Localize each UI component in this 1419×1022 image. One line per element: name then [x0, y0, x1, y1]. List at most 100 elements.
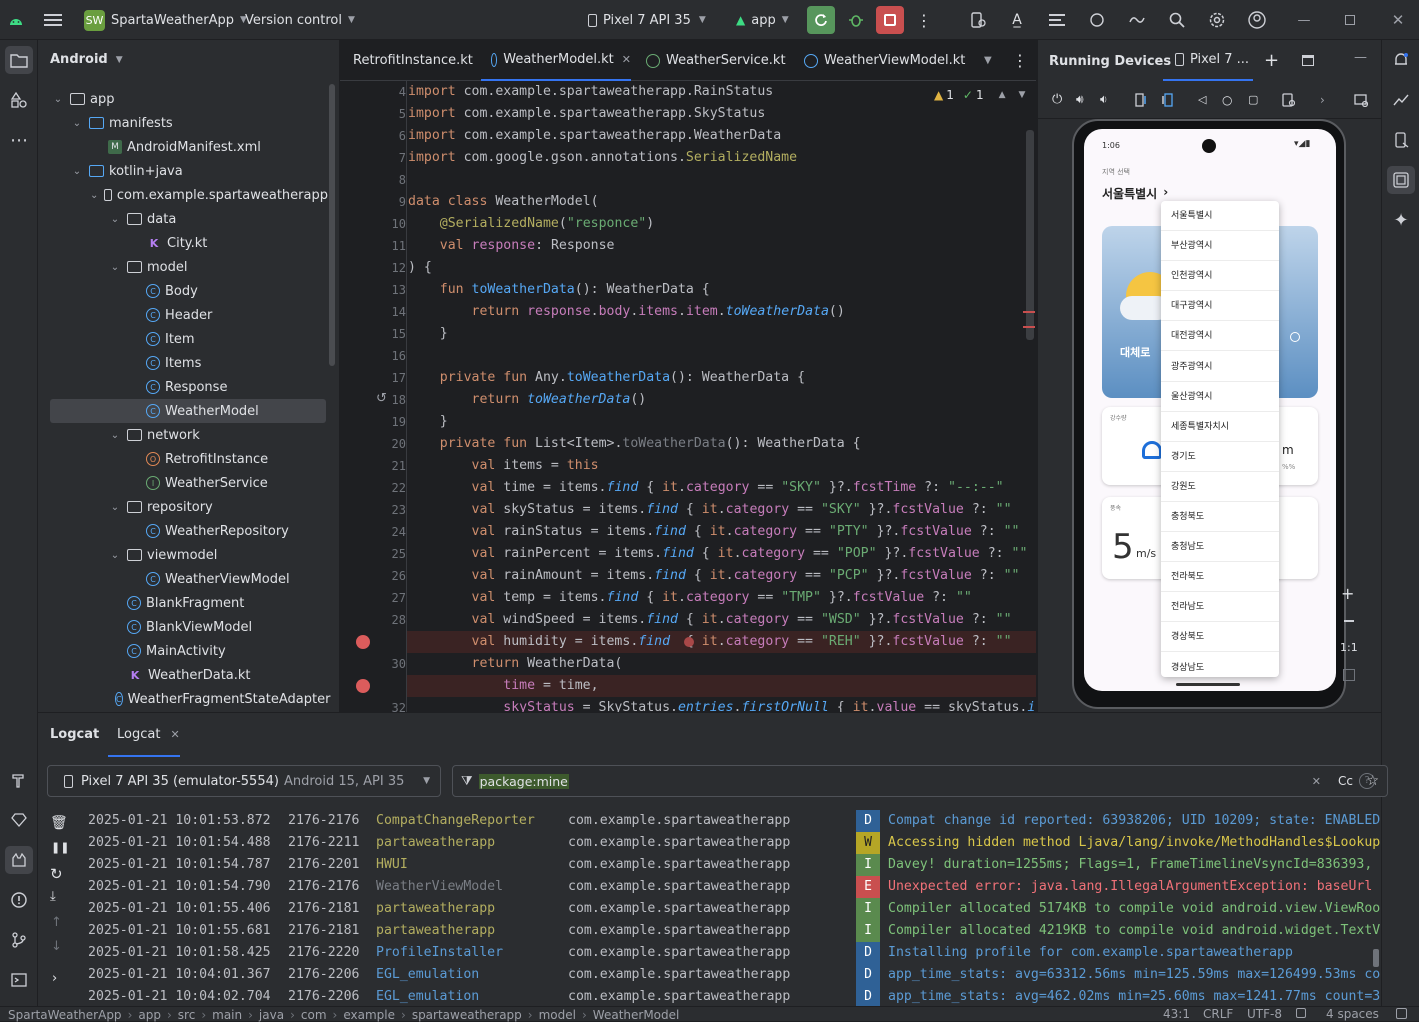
tree-item[interactable]: ⌄ data	[38, 207, 328, 231]
dropdown-item[interactable]: 강원도	[1161, 472, 1279, 502]
add-device-icon[interactable]: +	[1264, 50, 1279, 71]
breadcrumb-item[interactable]: src	[178, 1008, 196, 1022]
chevron-down-icon[interactable]: ⌄	[109, 430, 121, 441]
breadcrumb-item[interactable]: WeatherModel	[593, 1008, 680, 1022]
breadcrumb-item[interactable]: example	[343, 1008, 395, 1022]
logcat-filter[interactable]: ⧩ package:mine ✕ Cc ☆	[452, 765, 1388, 797]
chevron-right-icon[interactable]: ›	[1320, 93, 1325, 107]
tab-retrofitinstance[interactable]: RetrofitInstance.kt	[340, 40, 480, 81]
log-row[interactable]: 2025-01-21 10:01:54.488 2176-2211 partawea…	[38, 832, 1381, 854]
stop-icon[interactable]	[876, 6, 904, 34]
gradle-icon[interactable]	[1087, 0, 1107, 40]
log-row[interactable]: 2025-01-21 10:01:54.787 2176-2201 HWUI com.…	[38, 854, 1381, 876]
tree-item[interactable]: O RetrofitInstance	[38, 447, 328, 471]
build-hammer-icon[interactable]	[5, 766, 33, 794]
code-line[interactable]: val items = this	[408, 455, 599, 477]
code-line[interactable]: val rainAmount = items.find { it.categor…	[408, 565, 1020, 587]
error-stripe-mark[interactable]	[1023, 326, 1035, 328]
help-icon[interactable]: ?	[1359, 773, 1375, 789]
debug-icon[interactable]	[846, 0, 866, 40]
log-row[interactable]: 2025-01-21 10:01:58.425 2176-2220 ProfileI…	[38, 942, 1381, 964]
tree-item[interactable]: ⌄ com.example.spartaweatherapp	[38, 183, 328, 207]
code-line[interactable]: val time = items.find { it.category == "…	[408, 477, 1004, 499]
search-icon[interactable]	[1167, 0, 1187, 40]
more-vertical-icon[interactable]: ⋮	[1012, 40, 1028, 81]
dropdown-item[interactable]: 대구광역시	[1161, 291, 1279, 322]
tree-item[interactable]: ⌄ kotlin+java	[38, 159, 328, 183]
account-icon[interactable]	[1247, 0, 1267, 40]
chevron-down-icon[interactable]: ⌄	[90, 190, 98, 201]
dropdown-item[interactable]: 대전광역시	[1161, 321, 1279, 352]
dropdown-item[interactable]: 전라남도	[1161, 592, 1279, 623]
breakpoint-icon[interactable]	[356, 635, 370, 649]
chevron-down-icon[interactable]: ⌄	[109, 214, 121, 225]
maximize-icon[interactable]	[1343, 0, 1357, 40]
close-icon[interactable]: ✕	[1391, 0, 1405, 40]
volume-down-icon[interactable]: 🔉︎	[1100, 92, 1108, 107]
dropdown-item[interactable]: 세종특별자치시	[1161, 412, 1279, 442]
breakpoint-icon[interactable]	[356, 679, 370, 693]
code-line[interactable]: private fun Any.toWeatherData(): Weather…	[408, 367, 805, 389]
tree-item[interactable]: I WeatherService	[38, 471, 328, 495]
tree-scrollbar[interactable]	[329, 84, 335, 366]
tree-item[interactable]: C WeatherFragmentStateAdapter	[38, 687, 330, 711]
code-line[interactable]: import com.example.spartaweatherapp.Weat…	[408, 125, 781, 147]
breadcrumb-item[interactable]: model	[539, 1008, 576, 1022]
tree-item[interactable]: C MainActivity	[38, 639, 328, 663]
tree-item[interactable]: ⌄ manifests	[38, 111, 328, 135]
code-line[interactable]: return WeatherData(	[408, 653, 623, 675]
phone-screen[interactable]: 1:06 ▾◢▮ 지역 선택 서울특별시 › 대체로 강수량 m %% 풍속 5…	[1084, 129, 1336, 691]
tab-weatherservice[interactable]: WeatherService.kt	[646, 40, 796, 81]
chevron-down-icon[interactable]: ⌄	[52, 94, 64, 105]
tree-item[interactable]: C WeatherViewModel	[38, 567, 328, 591]
dropdown-item[interactable]: 서울특별시	[1161, 201, 1279, 231]
tree-item[interactable]: C Response	[38, 375, 328, 399]
resource-manager-icon[interactable]	[5, 86, 33, 114]
dropdown-item[interactable]: 광주광역시	[1161, 352, 1279, 382]
breadcrumb-item[interactable]: SpartaWeatherApp	[8, 1008, 122, 1022]
tree-item[interactable]: K WeatherData.kt	[38, 663, 328, 687]
fit-screen-icon[interactable]	[1343, 669, 1355, 681]
code-line[interactable]: time = time,	[408, 675, 598, 697]
clear-filter-icon[interactable]: ✕	[1312, 775, 1321, 788]
error-stripe-mark[interactable]	[1023, 311, 1035, 313]
city-selector[interactable]: 서울특별시 ›	[1102, 185, 1168, 202]
code-line[interactable]: fun toWeatherData(): WeatherData {	[408, 279, 710, 301]
tree-item[interactable]: C Body	[38, 279, 328, 303]
translate-icon[interactable]: A̲	[1007, 0, 1027, 40]
tree-item[interactable]: C BlankFragment	[38, 591, 328, 615]
terminal-icon[interactable]	[5, 966, 33, 994]
tree-item[interactable]: C BlankViewModel	[38, 615, 328, 639]
rotate-left-icon[interactable]	[1134, 92, 1148, 107]
log-row[interactable]: 2025-01-21 10:04:01.367 2176-2206 EGL_emul…	[38, 964, 1381, 986]
notifications-bell-icon[interactable]	[1387, 46, 1415, 74]
device-tab[interactable]: Pixel 7 ...	[1163, 40, 1253, 81]
more-vertical-icon[interactable]: ⋮	[916, 0, 932, 40]
log-row[interactable]: 2025-01-21 10:01:55.406 2176-2181 partawea…	[38, 898, 1381, 920]
problems-icon[interactable]	[5, 886, 33, 914]
tree-item[interactable]: C Items	[38, 351, 328, 375]
breadcrumb-item[interactable]: app	[138, 1008, 161, 1022]
filter-query[interactable]: package:mine	[478, 773, 569, 789]
code-line[interactable]: }	[408, 323, 448, 345]
home-icon[interactable]: ○	[1222, 93, 1232, 107]
memory-indicator-icon[interactable]	[1396, 1008, 1407, 1019]
project-view-selector[interactable]: Android ▼	[50, 52, 123, 67]
sparkle-icon[interactable]: ✦	[1387, 206, 1415, 234]
tree-item[interactable]: ⌄ network	[38, 423, 328, 447]
log-row[interactable]: 2025-01-21 10:04:02.704 2176-2206 EGL_emul…	[38, 986, 1381, 1006]
dropdown-item[interactable]: 전라북도	[1161, 562, 1279, 593]
window-icon[interactable]	[1302, 55, 1314, 66]
code-line[interactable]: val windSpeed = items.find { it.category…	[408, 609, 1012, 631]
code-line[interactable]: val skyStatus = items.find { it.category…	[408, 499, 1012, 521]
dropdown-item[interactable]: 충청북도	[1161, 502, 1279, 532]
zoom-in-icon[interactable]: +	[1341, 584, 1354, 603]
code-line[interactable]: import com.google.gson.annotations.Seria…	[408, 147, 797, 169]
app-quality-gem-icon[interactable]	[5, 806, 33, 834]
code-line[interactable]: val rainPercent = items.find { it.catego…	[408, 543, 1028, 565]
vcs-menu[interactable]: Version control ▼	[245, 0, 355, 40]
code-line[interactable]: private fun List<Item>.toWeatherData(): …	[408, 433, 861, 455]
dropdown-item[interactable]: 부산광역시	[1161, 231, 1279, 262]
tab-weathermodel[interactable]: WeatherModel.kt ✕	[481, 40, 631, 81]
close-icon[interactable]: ✕	[622, 53, 631, 66]
